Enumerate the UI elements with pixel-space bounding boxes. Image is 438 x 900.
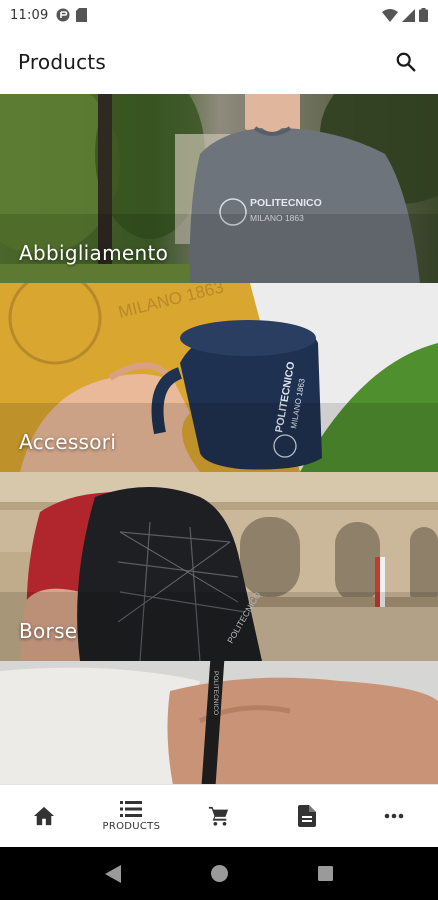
app-bar: Products [0,30,438,94]
category-list[interactable]: POLITECNICO MILANO 1863 Abbigliamento MI… [0,94,438,784]
battery-icon [419,8,428,22]
status-time: 11:09 [10,7,49,23]
list-icon [120,801,143,817]
nav-label-products: PRODUCTS [102,821,161,832]
category-card-borse[interactable]: POLITECNICO Borse [0,472,438,661]
signal-icon [402,8,415,22]
home-circle-icon[interactable] [211,865,228,882]
nav-item-cart[interactable] [175,785,263,847]
nav-item-orders[interactable] [263,785,351,847]
wifi-icon [382,8,398,22]
category-label: Accessori [19,430,117,454]
status-bar: 11:09 [0,0,438,30]
category-label: Abbigliamento [19,241,169,265]
nav-item-products[interactable]: PRODUCTS [88,785,176,847]
category-card-pen[interactable]: POLITECNICO [0,661,438,784]
system-navigation-bar [0,847,438,900]
bottom-navigation: PRODUCTS [0,784,438,847]
sd-card-icon [76,8,88,22]
svg-text:POLITECNICO: POLITECNICO [250,197,322,209]
nav-item-home[interactable] [0,785,88,847]
back-icon[interactable] [105,864,121,883]
category-card-accessori[interactable]: MILANO 1863 POLITECNICO MILANO 1863 Acce… [0,283,438,472]
recents-icon[interactable] [318,866,333,881]
nav-item-more[interactable] [350,785,438,847]
category-card-abbigliamento[interactable]: POLITECNICO MILANO 1863 Abbigliamento [0,94,438,283]
cart-icon [208,806,229,826]
search-icon [396,52,416,72]
search-button[interactable] [392,48,420,76]
category-image-pen: POLITECNICO [0,661,438,784]
category-label: Borse [19,619,78,643]
status-notification-icons [56,8,88,22]
svg-text:POLITECNICO: POLITECNICO [212,671,219,715]
page-title: Products [18,50,106,74]
media-icon [56,8,70,22]
status-system-icons [382,8,428,22]
document-icon [297,805,316,827]
more-icon [384,813,404,819]
home-icon [33,806,54,826]
